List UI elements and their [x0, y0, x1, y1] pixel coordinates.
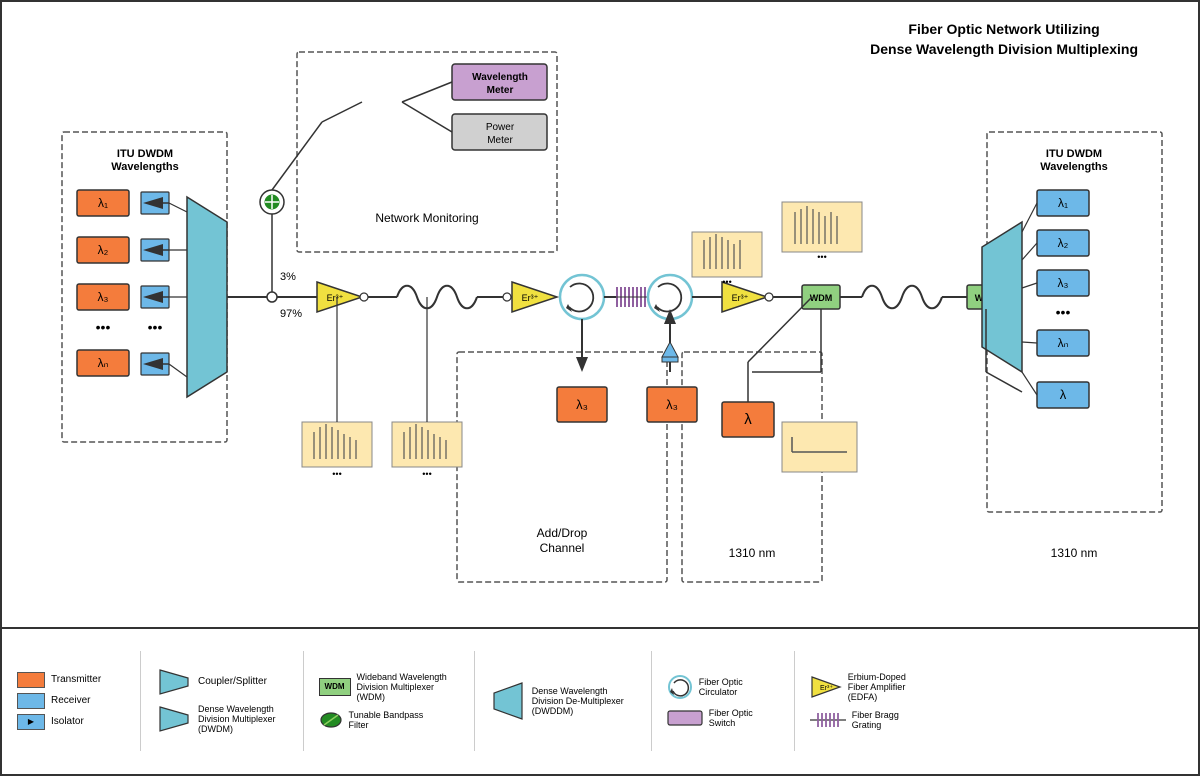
legend-transmitter: Transmitter: [17, 672, 107, 688]
svg-text:λ: λ: [744, 411, 752, 428]
main-container: Fiber Optic Network Utilizing Dense Wave…: [0, 0, 1200, 776]
svg-text:Meter: Meter: [487, 85, 514, 96]
legend-circulator: Fiber OpticCirculator: [667, 674, 767, 700]
svg-text:97%: 97%: [280, 308, 302, 320]
svg-text:3%: 3%: [280, 271, 296, 283]
legend-filter: Tunable BandpassFilter: [319, 710, 447, 730]
svg-text:λₙ: λₙ: [98, 356, 109, 370]
svg-text:1310 nm: 1310 nm: [729, 546, 776, 560]
legend-dwddm: Dense WavelengthDivision De-Multiplexer(…: [490, 681, 624, 721]
svg-text:Er³⁺: Er³⁺: [820, 685, 833, 692]
svg-text:Add/Drop: Add/Drop: [537, 526, 588, 540]
svg-text:ITU DWDM: ITU DWDM: [117, 148, 173, 160]
svg-text:Wavelengths: Wavelengths: [111, 161, 178, 173]
svg-text:•••: •••: [722, 277, 731, 287]
svg-text:λ₃: λ₃: [1058, 276, 1069, 290]
svg-text:Meter: Meter: [487, 135, 513, 146]
svg-text:Wavelength: Wavelength: [472, 72, 528, 83]
svg-text:Network Monitoring: Network Monitoring: [375, 211, 478, 225]
svg-text:Er³⁺: Er³⁺: [327, 293, 344, 303]
legend-bragg: Fiber BraggGrating: [810, 710, 930, 730]
legend-edfa: Er³⁺ Erbium-DopedFiber Amplifier(EDFA): [810, 672, 930, 702]
svg-text:Wavelengths: Wavelengths: [1040, 161, 1107, 173]
svg-text:•••: •••: [96, 319, 111, 335]
svg-text:ITU DWDM: ITU DWDM: [1046, 148, 1102, 160]
svg-text:•••: •••: [148, 319, 163, 335]
svg-text:λ₃: λ₃: [666, 397, 678, 412]
svg-text:λ₁: λ₁: [98, 196, 108, 210]
svg-text:•••: •••: [332, 469, 341, 479]
svg-text:WDM: WDM: [810, 293, 833, 303]
svg-text:•••: •••: [422, 469, 431, 479]
svg-text:•••: •••: [817, 252, 826, 262]
svg-text:Power: Power: [486, 122, 515, 133]
legend-dwdm: Dense WavelengthDivision Multiplexer(DWD…: [156, 704, 276, 734]
legend-receiver: Receiver: [17, 693, 107, 709]
svg-text:•••: •••: [1056, 304, 1071, 320]
svg-text:λ₃: λ₃: [98, 290, 109, 304]
legend-switch: Fiber OpticSwitch: [667, 708, 767, 728]
legend-wdm: WDM Wideband WavelengthDivision Multiple…: [319, 672, 447, 702]
svg-text:λ₂: λ₂: [98, 243, 109, 257]
legend-area: Transmitter Receiver ▶ Isolator Coupler/…: [2, 627, 1200, 772]
svg-text:Er³⁺: Er³⁺: [732, 293, 749, 303]
svg-text:λ₂: λ₂: [1058, 236, 1069, 250]
diagram-svg: ITU DWDM Wavelengths Network Monitoring …: [2, 2, 1200, 627]
svg-text:Channel: Channel: [540, 541, 585, 555]
svg-text:1310 nm: 1310 nm: [1051, 546, 1098, 560]
svg-text:λₙ: λₙ: [1058, 336, 1069, 350]
svg-text:Er³⁺: Er³⁺: [522, 293, 539, 303]
legend-isolator: ▶ Isolator: [17, 714, 107, 730]
svg-text:λ₁: λ₁: [1058, 196, 1068, 210]
svg-text:λ: λ: [1060, 387, 1067, 402]
svg-text:λ₃: λ₃: [576, 397, 588, 412]
legend-coupler: Coupler/Splitter: [156, 668, 276, 696]
